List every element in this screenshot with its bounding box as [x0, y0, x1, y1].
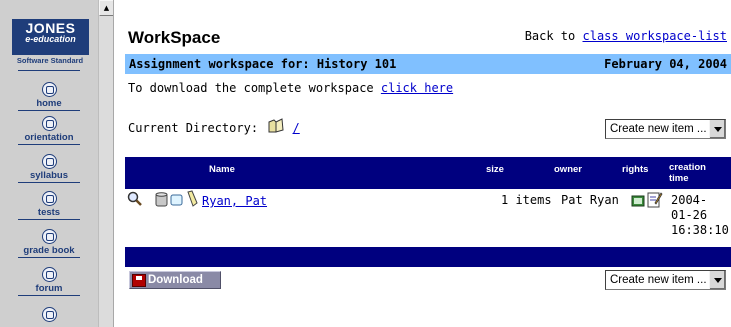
class-workspace-list-link[interactable]: class workspace-list: [583, 29, 728, 43]
current-directory: Current Directory: /: [128, 118, 300, 137]
edit-icon[interactable]: [647, 191, 663, 211]
create-new-item-select-top[interactable]: Create new item ...: [605, 119, 726, 139]
download-icon: [132, 274, 146, 287]
create-item-label: Create new item ...: [610, 274, 707, 286]
row-creation-time: 16:38:10: [671, 223, 729, 237]
back-link-line: Back to class workspace-list: [525, 29, 727, 43]
left-nav-frame: JONES e-education Software Standard home…: [0, 0, 114, 327]
nav-scrollbar[interactable]: ▲: [98, 0, 113, 327]
magnifier-icon[interactable]: [127, 191, 143, 210]
nav-divider: [18, 70, 80, 71]
row-owner: Pat Ryan: [561, 193, 619, 207]
create-item-label: Create new item ...: [610, 123, 707, 135]
nav-item-label: forum: [35, 283, 63, 294]
trash-icon[interactable]: [155, 192, 168, 210]
row-creation-month-day: 01-26: [671, 208, 708, 222]
nav-item-underline: [18, 144, 80, 145]
table-footer-bar: [125, 247, 731, 267]
nav-item-label: home: [36, 98, 62, 109]
logo-tagline: Software Standard: [16, 56, 84, 65]
nav-item-tests[interactable]: tests: [4, 191, 94, 225]
nav-item-home[interactable]: home: [4, 82, 94, 116]
home-icon: [41, 82, 57, 97]
create-new-item-select-bottom[interactable]: Create new item ...: [605, 270, 726, 290]
nav-item-label: grade book: [23, 245, 75, 256]
row-size: 1 items: [501, 193, 552, 207]
column-header-owner[interactable]: owner: [554, 164, 582, 175]
nav-item-underline: [18, 219, 80, 220]
table-header: Name size owner rights creation time: [125, 157, 731, 189]
column-header-size[interactable]: size: [486, 164, 504, 175]
download-button[interactable]: Download: [129, 271, 221, 289]
root-path-link[interactable]: /: [293, 121, 300, 135]
chevron-down-icon[interactable]: [709, 271, 725, 289]
current-directory-label: Current Directory:: [128, 121, 259, 135]
nav-item-underline: [18, 110, 80, 111]
back-prefix: Back to: [524, 29, 576, 43]
nav-panel: JONES e-education Software Standard home…: [0, 0, 98, 327]
folder-link-ryan-pat[interactable]: Ryan, Pat: [202, 194, 267, 208]
nav-item-underline: [18, 257, 80, 258]
nav-item-label: tests: [37, 207, 61, 218]
nav-item-more[interactable]: [4, 307, 94, 327]
nav-item-orientation[interactable]: orientation: [4, 116, 94, 150]
scroll-up-arrow-icon[interactable]: ▲: [99, 0, 113, 16]
table-row: Ryan, Pat 1 items Pat Ryan 2004- 01-26 1…: [125, 189, 731, 247]
assignment-label: Assignment workspace for: History 101: [129, 57, 397, 71]
rights-icon[interactable]: [631, 194, 645, 211]
nav-item-forum[interactable]: forum: [4, 267, 94, 301]
jones-logo[interactable]: JONES e-education: [12, 19, 89, 55]
logo-subtitle: e-education: [25, 34, 76, 44]
chevron-down-icon[interactable]: [709, 120, 725, 138]
workspace-main: WorkSpace Back to class workspace-list A…: [115, 0, 731, 327]
nav-item-underline: [18, 295, 80, 296]
nav-item-label: syllabus: [29, 170, 69, 181]
column-header-rights[interactable]: rights: [622, 164, 648, 175]
compass-icon: [41, 116, 57, 131]
download-note-text: To download the complete workspace: [128, 81, 374, 95]
nav-item-grade-book[interactable]: grade book: [4, 229, 94, 263]
column-header-creation-time[interactable]: creation time: [669, 162, 725, 184]
nav-item-underline: [18, 182, 80, 183]
download-click-here-link[interactable]: click here: [381, 81, 453, 95]
assignment-bar: Assignment workspace for: History 101 Fe…: [125, 54, 731, 74]
forum-icon: [41, 267, 57, 282]
open-folder-icon[interactable]: [267, 118, 285, 137]
download-button-label: Download: [148, 274, 203, 286]
nav-item-syllabus[interactable]: syllabus: [4, 154, 94, 188]
globe-icon: [41, 307, 57, 322]
nav-item-label: orientation: [24, 132, 74, 143]
assignment-date: February 04, 2004: [604, 57, 727, 71]
gradebook-icon: [41, 229, 57, 244]
copy-icon[interactable]: [170, 194, 183, 209]
syllabus-icon: [41, 154, 57, 169]
column-header-name[interactable]: Name: [209, 164, 235, 175]
row-creation-date: 2004-: [671, 193, 708, 207]
page-title: WorkSpace: [128, 28, 221, 47]
download-note: To download the complete workspace click…: [128, 81, 453, 95]
folder-icon[interactable]: [186, 190, 199, 210]
tests-icon: [41, 191, 57, 206]
logo-title: JONES: [25, 20, 76, 36]
